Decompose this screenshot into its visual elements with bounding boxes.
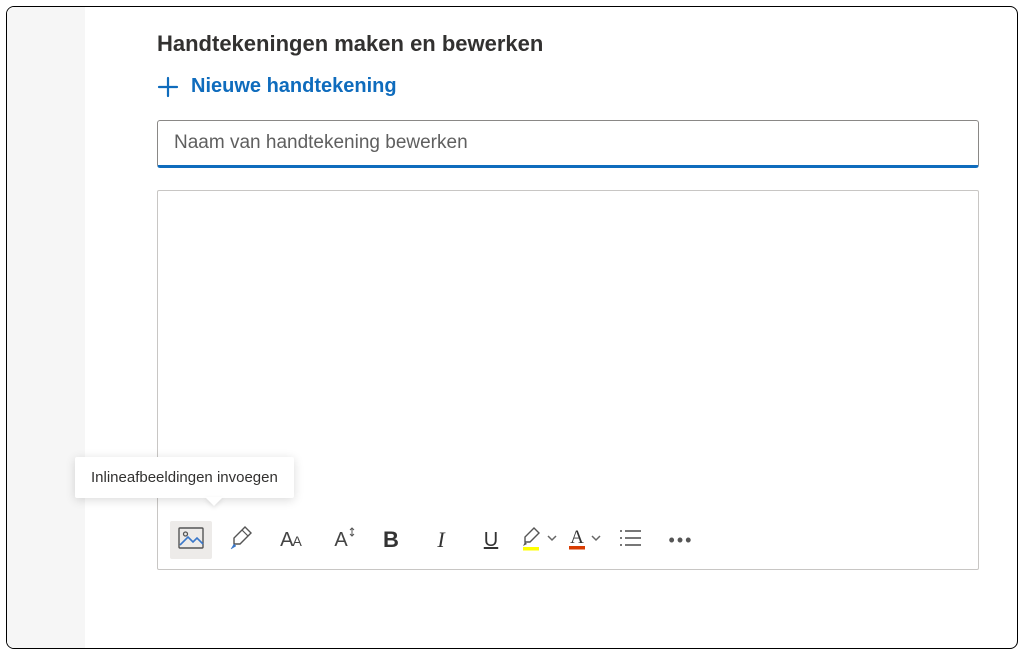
italic-button[interactable]: I — [420, 521, 462, 559]
bold-icon: B — [383, 527, 399, 553]
tooltip-text: Inlineafbeeldingen invoegen — [91, 469, 278, 486]
plus-icon — [157, 76, 179, 98]
insert-image-button[interactable] — [170, 521, 212, 559]
bold-button[interactable]: B — [370, 521, 412, 559]
signature-name-input[interactable] — [157, 120, 979, 168]
new-signature-label: Nieuwe handtekening — [191, 75, 397, 98]
more-options-button[interactable]: ••• — [660, 521, 702, 559]
font-size-icon: A — [334, 529, 347, 552]
font-face-button[interactable]: AA — [270, 521, 312, 559]
chevron-down-icon — [546, 531, 558, 549]
italic-icon: I — [437, 527, 444, 553]
highlight-icon — [520, 525, 544, 556]
formatting-toolbar: AA A B I — [158, 511, 978, 569]
bullets-button[interactable] — [610, 521, 652, 559]
font-size-button[interactable]: A — [320, 521, 362, 559]
font-face-icon: AA — [280, 529, 302, 552]
underline-icon: U — [484, 529, 498, 552]
new-signature-button[interactable]: Nieuwe handtekening — [157, 75, 997, 98]
paintbrush-icon — [228, 525, 254, 556]
page-title: Handtekeningen maken en bewerken — [157, 31, 997, 57]
insert-image-tooltip: Inlineafbeeldingen invoegen — [75, 457, 294, 498]
left-gutter — [7, 7, 85, 648]
font-color-button[interactable]: A — [566, 525, 602, 556]
svg-text:A: A — [570, 527, 584, 548]
chevron-down-icon — [590, 531, 602, 549]
format-painter-button[interactable] — [220, 521, 262, 559]
list-icon — [619, 528, 643, 553]
underline-button[interactable]: U — [470, 521, 512, 559]
highlight-color-button[interactable] — [520, 525, 558, 556]
signature-editor[interactable]: AA A B I — [157, 190, 979, 570]
font-color-icon: A — [566, 525, 588, 556]
image-icon — [178, 527, 204, 554]
more-icon: ••• — [669, 530, 694, 551]
